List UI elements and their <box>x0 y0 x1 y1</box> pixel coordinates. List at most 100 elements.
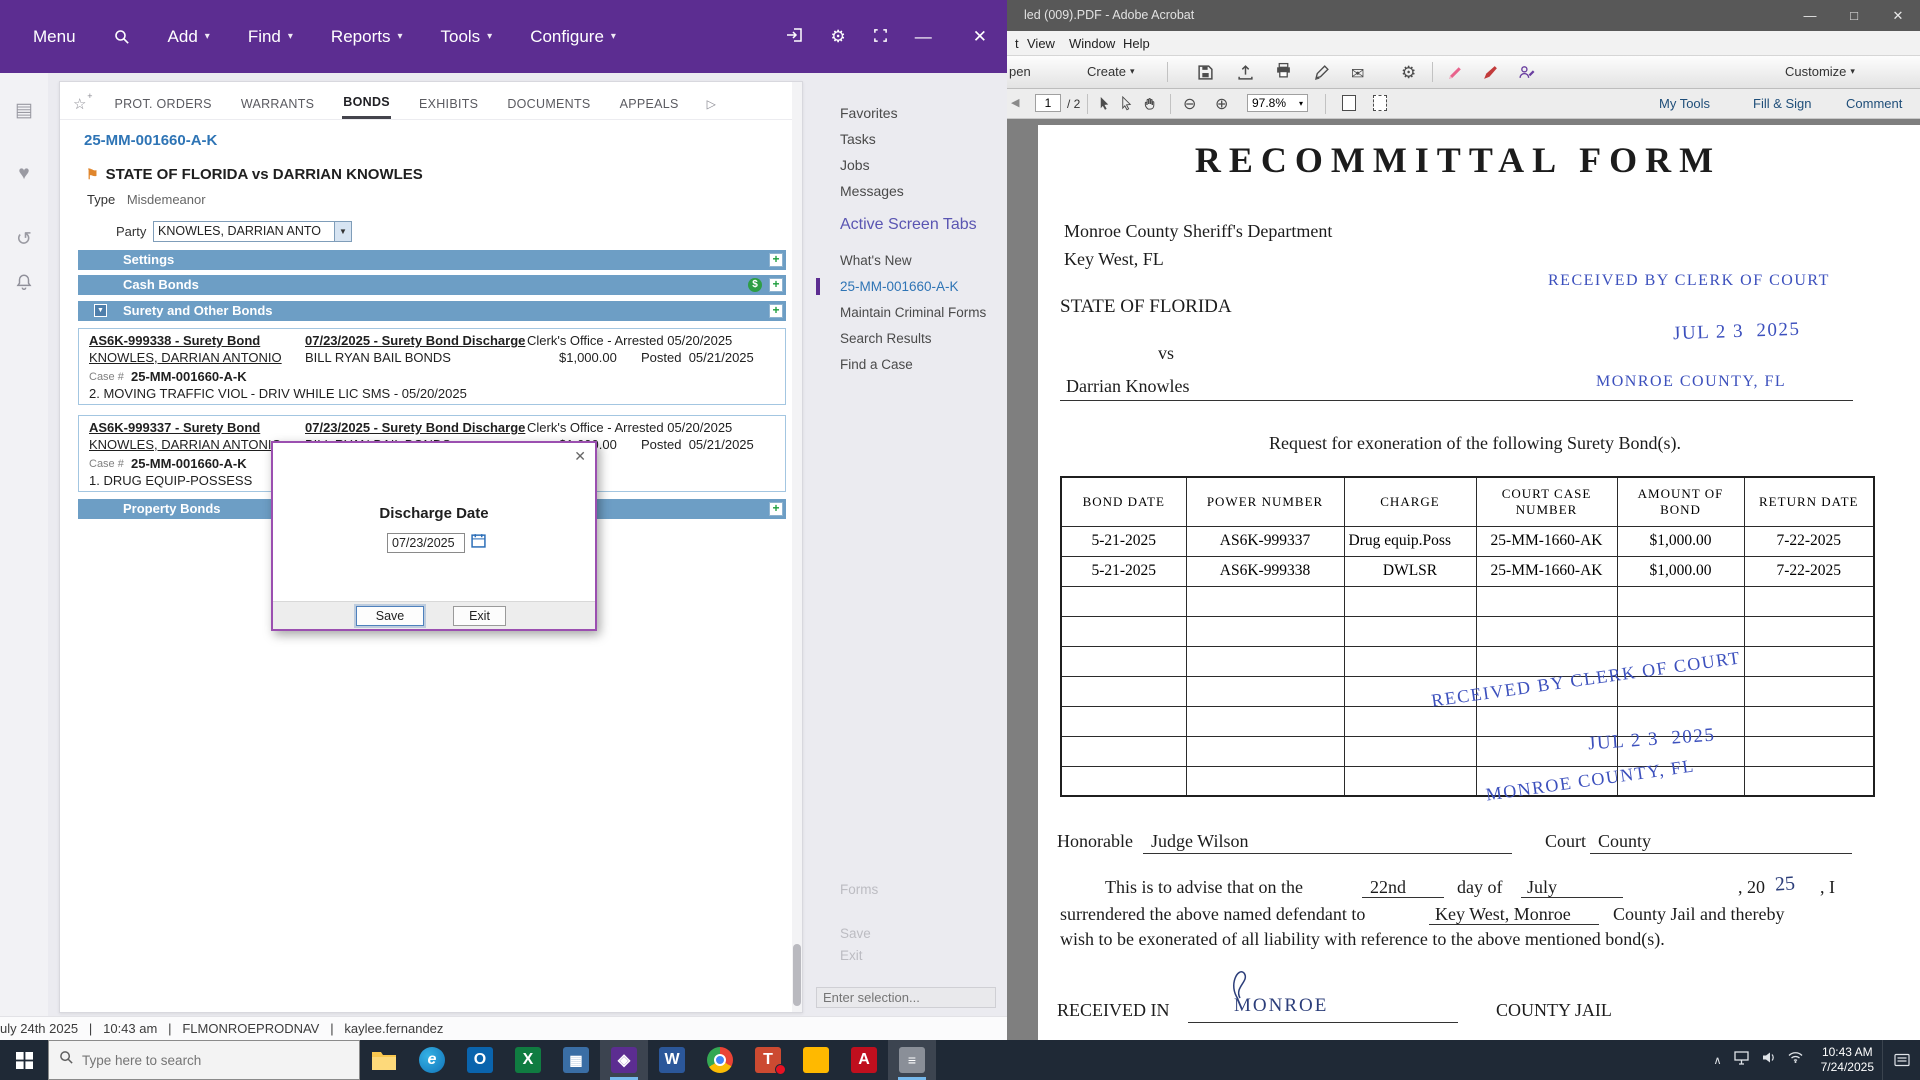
sign-icon[interactable] <box>1313 64 1330 81</box>
bond-discharge-link[interactable]: 07/23/2025 - Surety Bond Discharge <box>305 333 525 348</box>
screen-tab-whats-new[interactable]: What's New <box>840 253 912 268</box>
case-number-link[interactable]: 25-MM-001660-A-K <box>84 132 217 149</box>
expand-plus-icon[interactable]: + <box>769 502 783 516</box>
reports-menu[interactable]: Reports ▾ <box>331 27 403 47</box>
party-select[interactable]: KNOWLES, DARRIAN ANTO ▼ <box>153 221 352 242</box>
taskbar-clock[interactable]: 10:43 AM 7/24/2025 <box>1813 1045 1882 1075</box>
document-app-icon[interactable]: ≡ <box>888 1040 936 1080</box>
expand-plus-icon[interactable]: + <box>769 278 783 292</box>
minimize-icon[interactable]: — <box>1788 0 1832 31</box>
calculator-icon[interactable]: ▦ <box>552 1040 600 1080</box>
fill-sign-icon[interactable] <box>1518 64 1535 81</box>
highlighter-icon[interactable] <box>1447 64 1464 81</box>
exit-button[interactable]: Exit <box>453 606 506 626</box>
link-favorites[interactable]: Favorites <box>840 105 898 121</box>
section-settings[interactable]: Settings + <box>78 250 786 270</box>
bond-id-link[interactable]: AS6K-999337 - Surety Bond <box>89 420 260 435</box>
scrollbar-thumb[interactable] <box>793 944 801 1006</box>
word-icon[interactable]: W <box>648 1040 696 1080</box>
bond-discharge-link[interactable]: 07/23/2025 - Surety Bond Discharge <box>305 420 525 435</box>
email-icon[interactable]: ✉ <box>1351 64 1364 84</box>
link-tasks[interactable]: Tasks <box>840 131 876 147</box>
search-icon[interactable] <box>114 29 130 45</box>
my-tools-button[interactable]: My Tools <box>1659 96 1710 111</box>
screen-tab-find-a-case[interactable]: Find a Case <box>840 357 913 372</box>
tab-prot-orders[interactable]: PROT. ORDERS <box>113 90 212 118</box>
acrobat-icon[interactable]: A <box>840 1040 888 1080</box>
tab-appeals[interactable]: APPEALS <box>619 90 680 118</box>
bond-party-link[interactable]: KNOWLES, DARRIAN ANTONIO <box>89 437 282 452</box>
file-explorer-icon[interactable] <box>360 1040 408 1080</box>
tab-documents[interactable]: DOCUMENTS <box>506 90 591 118</box>
maximize-icon[interactable]: □ <box>1832 0 1876 31</box>
find-menu[interactable]: Find ▾ <box>248 27 293 47</box>
tab-exhibits[interactable]: EXHIBITS <box>418 90 479 118</box>
page-number-input[interactable] <box>1035 94 1061 112</box>
network-icon[interactable] <box>1788 1051 1803 1069</box>
action-center-icon[interactable] <box>1882 1040 1920 1080</box>
discharge-date-input[interactable] <box>387 533 465 553</box>
menu-button[interactable]: Menu <box>33 27 76 47</box>
monitor-icon[interactable] <box>1733 1050 1749 1070</box>
favorite-tab-icon[interactable]: ☆ + <box>73 91 92 113</box>
section-surety-bonds[interactable]: ▼ Surety and Other Bonds + <box>78 301 786 321</box>
pen-icon[interactable] <box>1482 64 1499 81</box>
notifications-bell-icon[interactable] <box>0 273 48 297</box>
create-button[interactable]: Create ▾ <box>1087 64 1135 79</box>
gear-icon[interactable]: ⚙ <box>1401 63 1416 83</box>
edge-icon[interactable]: e <box>408 1040 456 1080</box>
scrollbar[interactable] <box>792 82 802 1012</box>
menu-help[interactable]: Help <box>1123 36 1150 51</box>
expand-plus-icon[interactable]: + <box>769 253 783 267</box>
chrome-icon[interactable] <box>696 1040 744 1080</box>
zoom-in-icon[interactable]: ⊕ <box>1215 94 1228 114</box>
zoom-level-select[interactable]: 97.8% ▾ <box>1247 94 1308 112</box>
section-cash-bonds[interactable]: Cash Bonds $ + <box>78 275 786 295</box>
gear-icon[interactable]: ⚙ <box>831 28 846 45</box>
menu-view[interactable]: View <box>1027 36 1055 51</box>
print-icon[interactable] <box>1275 62 1292 79</box>
volume-icon[interactable] <box>1761 1051 1776 1069</box>
save-icon[interactable] <box>1197 64 1214 81</box>
zoom-out-icon[interactable]: ⊖ <box>1183 94 1196 114</box>
fit-width-icon[interactable] <box>1373 95 1387 111</box>
fullscreen-icon[interactable] <box>873 28 888 46</box>
hand-tool-icon[interactable] <box>1143 96 1158 111</box>
sign-out-icon[interactable] <box>786 27 804 46</box>
screen-tab-case[interactable]: 25-MM-001660-A-K <box>840 279 959 294</box>
collapse-arrow-icon[interactable]: ▼ <box>94 304 107 317</box>
customize-button[interactable]: Customize ▾ <box>1785 64 1855 79</box>
bond-id-link[interactable]: AS6K-999338 - Surety Bond <box>89 333 260 348</box>
fit-page-icon[interactable] <box>1342 95 1356 111</box>
calendar-icon[interactable] <box>471 533 486 553</box>
fill-sign-button[interactable]: Fill & Sign <box>1753 96 1812 111</box>
link-messages[interactable]: Messages <box>840 183 904 199</box>
tools-menu[interactable]: Tools ▾ <box>440 27 492 47</box>
more-tabs-icon[interactable]: ▷ <box>707 97 716 111</box>
app-icon-badged[interactable]: T <box>744 1040 792 1080</box>
open-button[interactable]: pen <box>1009 64 1031 79</box>
prev-page-icon[interactable]: ◀ <box>1011 96 1019 109</box>
tab-warrants[interactable]: WARRANTS <box>240 90 315 118</box>
selection-input[interactable] <box>816 987 996 1008</box>
case-app-icon[interactable]: ◈ <box>600 1040 648 1080</box>
screen-tab-maintain-criminal-forms[interactable]: Maintain Criminal Forms <box>840 305 986 320</box>
notes-icon[interactable]: ▤ <box>0 99 48 122</box>
start-button[interactable] <box>0 1040 48 1080</box>
menu-edit-truncated[interactable]: t <box>1015 36 1019 51</box>
minimize-icon[interactable]: — <box>915 28 932 45</box>
configure-menu[interactable]: Configure ▾ <box>530 27 616 47</box>
expand-plus-icon[interactable]: + <box>769 304 783 318</box>
favorites-heart-icon[interactable]: ♥ <box>0 163 48 185</box>
excel-icon[interactable]: X <box>504 1040 552 1080</box>
outlook-icon[interactable]: O <box>456 1040 504 1080</box>
tab-bonds[interactable]: BONDS <box>342 88 391 119</box>
sticky-notes-icon[interactable] <box>792 1040 840 1080</box>
menu-window[interactable]: Window <box>1069 36 1115 51</box>
history-icon[interactable]: ↺ <box>0 228 48 251</box>
share-icon[interactable] <box>1237 64 1254 81</box>
save-button[interactable]: Save <box>356 606 424 626</box>
taskbar-search[interactable] <box>48 1040 360 1080</box>
chevron-down-icon[interactable]: ▼ <box>334 222 351 241</box>
snapshot-tool-icon[interactable] <box>1119 96 1134 111</box>
